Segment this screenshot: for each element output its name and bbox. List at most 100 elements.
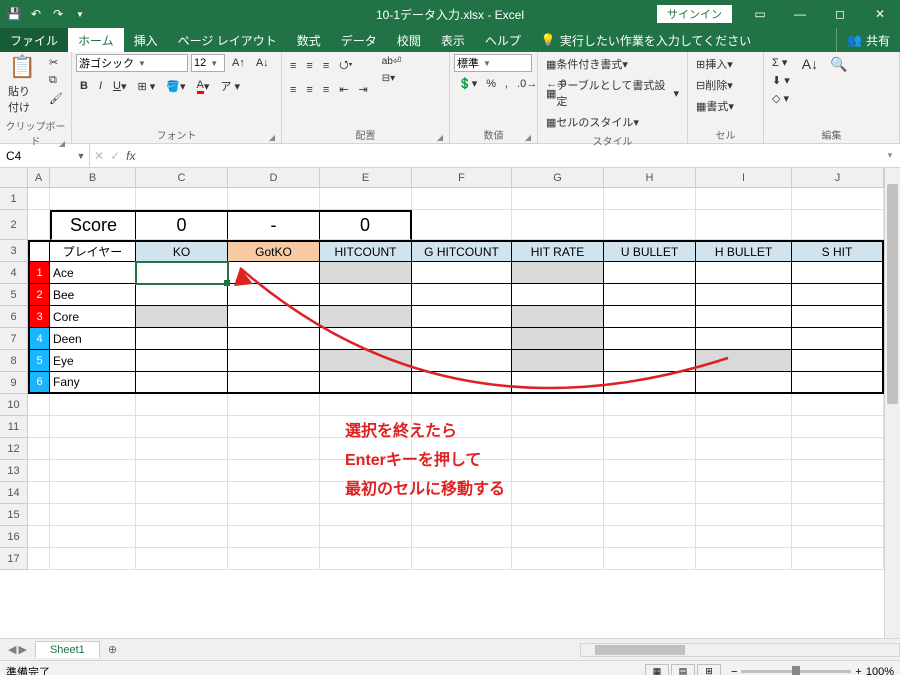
cell[interactable]: [792, 350, 884, 372]
cell[interactable]: HIT RATE: [512, 240, 604, 262]
insert-cells-button[interactable]: ⊞ 挿入 ▾: [692, 54, 737, 74]
row-header[interactable]: 2: [0, 210, 28, 240]
signin-button[interactable]: サインイン: [657, 5, 732, 23]
cell[interactable]: [604, 262, 696, 284]
decrease-indent-icon[interactable]: ⇤: [335, 81, 352, 98]
cell[interactable]: [320, 504, 412, 526]
decrease-font-icon[interactable]: A↓: [252, 54, 273, 72]
column-header[interactable]: E: [320, 168, 412, 188]
column-header[interactable]: J: [792, 168, 884, 188]
cell[interactable]: [512, 416, 604, 438]
share-button[interactable]: 👥共有: [836, 28, 900, 52]
dialog-launcher-icon[interactable]: ◢: [525, 133, 531, 142]
cell[interactable]: Deen: [50, 328, 136, 350]
tab-formulas[interactable]: 数式: [287, 28, 331, 52]
cell[interactable]: [50, 460, 136, 482]
cell[interactable]: 4: [28, 328, 50, 350]
cell[interactable]: [604, 482, 696, 504]
cell[interactable]: [604, 284, 696, 306]
fx-icon[interactable]: fx: [126, 149, 135, 163]
cell[interactable]: [412, 438, 512, 460]
row-header[interactable]: 9: [0, 372, 28, 394]
cell[interactable]: [512, 188, 604, 210]
page-layout-view-button[interactable]: ▤: [671, 664, 695, 675]
column-header[interactable]: H: [604, 168, 696, 188]
merge-center-button[interactable]: ⊟▾: [378, 71, 406, 86]
cell[interactable]: [28, 394, 50, 416]
cell[interactable]: [412, 482, 512, 504]
cell[interactable]: [792, 188, 884, 210]
cell[interactable]: [28, 504, 50, 526]
cell[interactable]: [512, 284, 604, 306]
align-middle-icon[interactable]: ≡: [302, 54, 316, 77]
cell[interactable]: Ace: [50, 262, 136, 284]
delete-cells-button[interactable]: ⊟ 削除 ▾: [692, 75, 737, 95]
cell[interactable]: [50, 438, 136, 460]
cell[interactable]: [792, 526, 884, 548]
cell[interactable]: KO: [136, 240, 228, 262]
phonetic-icon[interactable]: ア ▾: [216, 76, 244, 96]
cell[interactable]: Fany: [50, 372, 136, 394]
cell[interactable]: [136, 350, 228, 372]
cell[interactable]: [136, 548, 228, 570]
cell[interactable]: G HITCOUNT: [412, 240, 512, 262]
row-header[interactable]: 14: [0, 482, 28, 504]
row-header[interactable]: 13: [0, 460, 28, 482]
cell[interactable]: [412, 210, 512, 240]
cell[interactable]: [512, 548, 604, 570]
expand-formula-icon[interactable]: ▾: [880, 144, 900, 167]
cell[interactable]: [28, 460, 50, 482]
cell[interactable]: [412, 372, 512, 394]
cell[interactable]: [696, 188, 792, 210]
tab-review[interactable]: 校閲: [387, 28, 431, 52]
cell[interactable]: [412, 188, 512, 210]
cell[interactable]: 6: [28, 372, 50, 394]
tab-home[interactable]: ホーム: [68, 28, 124, 52]
cell[interactable]: 2: [28, 284, 50, 306]
cell[interactable]: 5: [28, 350, 50, 372]
border-icon[interactable]: ⊞ ▾: [134, 76, 160, 96]
cell[interactable]: [228, 504, 320, 526]
cell[interactable]: [792, 460, 884, 482]
wrap-text-button[interactable]: ab⏎: [378, 54, 406, 69]
cell[interactable]: [696, 262, 792, 284]
save-icon[interactable]: 💾: [6, 6, 22, 22]
cell[interactable]: [792, 438, 884, 460]
cancel-icon[interactable]: ✕: [94, 149, 104, 163]
sheet-nav-prev-icon[interactable]: ◀: [8, 643, 16, 656]
zoom-slider[interactable]: [741, 670, 851, 673]
align-bottom-icon[interactable]: ≡: [319, 54, 333, 77]
row-header[interactable]: 8: [0, 350, 28, 372]
cell[interactable]: [136, 262, 228, 284]
cell[interactable]: H BULLET: [696, 240, 792, 262]
row-header[interactable]: 5: [0, 284, 28, 306]
tab-file[interactable]: ファイル: [0, 28, 68, 52]
column-header[interactable]: I: [696, 168, 792, 188]
cell[interactable]: [792, 504, 884, 526]
paste-icon[interactable]: 📋: [9, 54, 36, 80]
cell[interactable]: [696, 394, 792, 416]
cell[interactable]: [604, 416, 696, 438]
horizontal-scrollbar[interactable]: [580, 643, 900, 657]
cell[interactable]: [696, 328, 792, 350]
cell[interactable]: [228, 438, 320, 460]
row-header[interactable]: 11: [0, 416, 28, 438]
tab-data[interactable]: データ: [331, 28, 387, 52]
cell[interactable]: Eye: [50, 350, 136, 372]
cell[interactable]: [228, 526, 320, 548]
maximize-button[interactable]: ◻: [820, 0, 860, 28]
cell[interactable]: 1: [28, 262, 50, 284]
cell[interactable]: -: [228, 210, 320, 240]
cell[interactable]: [28, 438, 50, 460]
cell[interactable]: [604, 460, 696, 482]
cell[interactable]: [320, 328, 412, 350]
enter-icon[interactable]: ✓: [110, 149, 120, 163]
cell[interactable]: [604, 372, 696, 394]
increase-indent-icon[interactable]: ⇥: [354, 81, 371, 98]
copy-icon[interactable]: ⧉: [45, 72, 67, 89]
increase-font-icon[interactable]: A↑: [228, 54, 249, 72]
cell[interactable]: [512, 262, 604, 284]
align-right-icon[interactable]: ≡: [319, 81, 333, 98]
select-all-button[interactable]: [0, 168, 28, 188]
cell[interactable]: [228, 548, 320, 570]
